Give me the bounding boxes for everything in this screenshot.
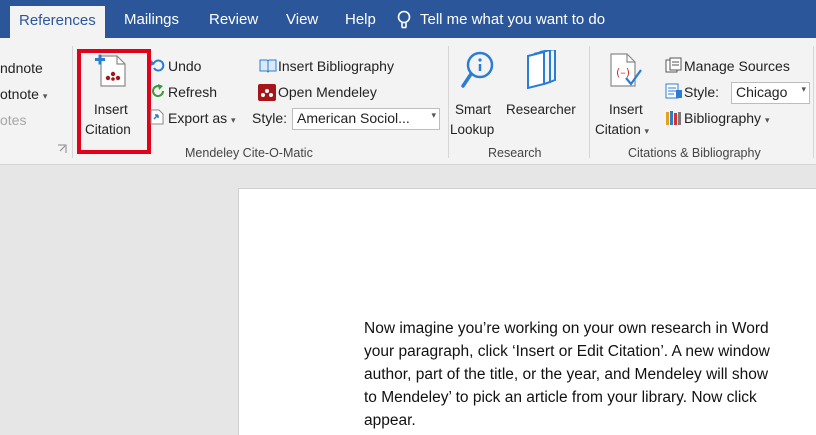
smart-lookup-icon <box>460 50 496 95</box>
citations-group-label: Citations & Bibliography <box>628 146 761 160</box>
mendeley-group-label: Mendeley Cite-O-Matic <box>185 146 313 160</box>
insert-citation-highlight <box>77 49 151 154</box>
chevron-down-icon: ▾ <box>644 126 650 136</box>
style-label: Style: <box>252 110 288 126</box>
chevron-down-icon: ▾ <box>764 115 770 125</box>
smart-lookup-label-1[interactable]: Smart <box>455 102 491 117</box>
smart-lookup-label-2[interactable]: Lookup <box>450 122 494 137</box>
export-as-button[interactable]: Export as ▾ <box>168 110 236 126</box>
chevron-down-icon: ▾ <box>42 91 48 101</box>
paragraph-line: appear. <box>364 412 416 429</box>
paragraph-line: to Mendeley’ to pick an article from you… <box>364 389 757 406</box>
chevron-down-icon: ▾ <box>231 115 236 125</box>
manage-sources-icon <box>665 57 683 78</box>
tab-references[interactable]: References <box>10 6 105 40</box>
mendeley-logo-icon <box>258 84 276 106</box>
export-as-label: Export as <box>168 110 228 126</box>
insert-endnote-button[interactable]: ndnote <box>0 60 43 76</box>
insert-bibliography-button[interactable]: Insert Bibliography <box>278 58 394 74</box>
word-insert-citation-label-1[interactable]: Insert <box>609 102 643 117</box>
insert-citation-word-icon: (–) <box>608 52 642 95</box>
lightbulb-icon <box>397 10 411 29</box>
ribbon-tab-bar: References Mailings Review View Help Tel… <box>0 0 816 40</box>
chevron-down-icon: ▾ <box>801 84 806 94</box>
undo-button[interactable]: Undo <box>168 58 201 74</box>
researcher-button[interactable]: Researcher <box>506 102 576 117</box>
citation-style-dropdown[interactable]: American Sociol... ▾ <box>292 108 440 130</box>
word-style-label: Style: <box>684 84 720 100</box>
ribbon: ndnote otnote ▾ otes Insert Citation Und… <box>0 38 816 165</box>
citation-style-value: American Sociol... <box>297 110 410 126</box>
paragraph-line: Now imagine you’re working on your own r… <box>364 320 769 337</box>
show-notes-button[interactable]: otes <box>0 112 26 128</box>
group-separator <box>72 46 73 158</box>
tab-review[interactable]: Review <box>209 8 258 38</box>
word-insert-citation-button[interactable]: Citation ▾ <box>595 122 649 137</box>
word-insert-citation-label-2: Citation <box>595 122 641 137</box>
tab-help[interactable]: Help <box>345 8 376 38</box>
tab-view[interactable]: View <box>286 8 318 38</box>
refresh-icon <box>150 83 166 104</box>
style-icon <box>665 83 683 104</box>
bibliography-label: Bibliography <box>684 110 762 126</box>
insert-bibliography-icon <box>259 58 277 78</box>
group-separator <box>813 46 814 158</box>
document-page[interactable]: Now imagine you’re working on your own r… <box>238 188 816 435</box>
next-footnote-button[interactable]: otnote ▾ <box>0 86 47 102</box>
tell-me-label: Tell me what you want to do <box>420 11 606 28</box>
bibliography-icon <box>665 110 683 131</box>
refresh-button[interactable]: Refresh <box>168 84 217 100</box>
document-paragraph[interactable]: Now imagine you’re working on your own r… <box>364 317 816 432</box>
group-separator <box>589 46 590 158</box>
dialog-launcher-icon[interactable] <box>57 141 67 159</box>
researcher-icon <box>524 47 558 95</box>
paragraph-line: your paragraph, click ‘Insert or Edit Ci… <box>364 343 770 360</box>
next-footnote-label: otnote <box>0 86 39 102</box>
export-icon <box>150 109 164 130</box>
bibliography-button[interactable]: Bibliography ▾ <box>684 110 769 126</box>
research-group-label: Research <box>488 146 542 160</box>
open-mendeley-button[interactable]: Open Mendeley <box>278 84 377 100</box>
word-style-dropdown[interactable]: Chicago ▾ <box>731 82 810 104</box>
word-style-value: Chicago <box>736 84 788 100</box>
group-separator <box>448 46 449 158</box>
svg-text:(–): (–) <box>616 66 630 79</box>
chevron-down-icon: ▾ <box>431 110 436 120</box>
manage-sources-button[interactable]: Manage Sources <box>684 58 790 74</box>
tab-mailings[interactable]: Mailings <box>124 8 179 38</box>
undo-icon <box>150 57 166 78</box>
paragraph-line: author, part of the title, or the year, … <box>364 366 769 383</box>
